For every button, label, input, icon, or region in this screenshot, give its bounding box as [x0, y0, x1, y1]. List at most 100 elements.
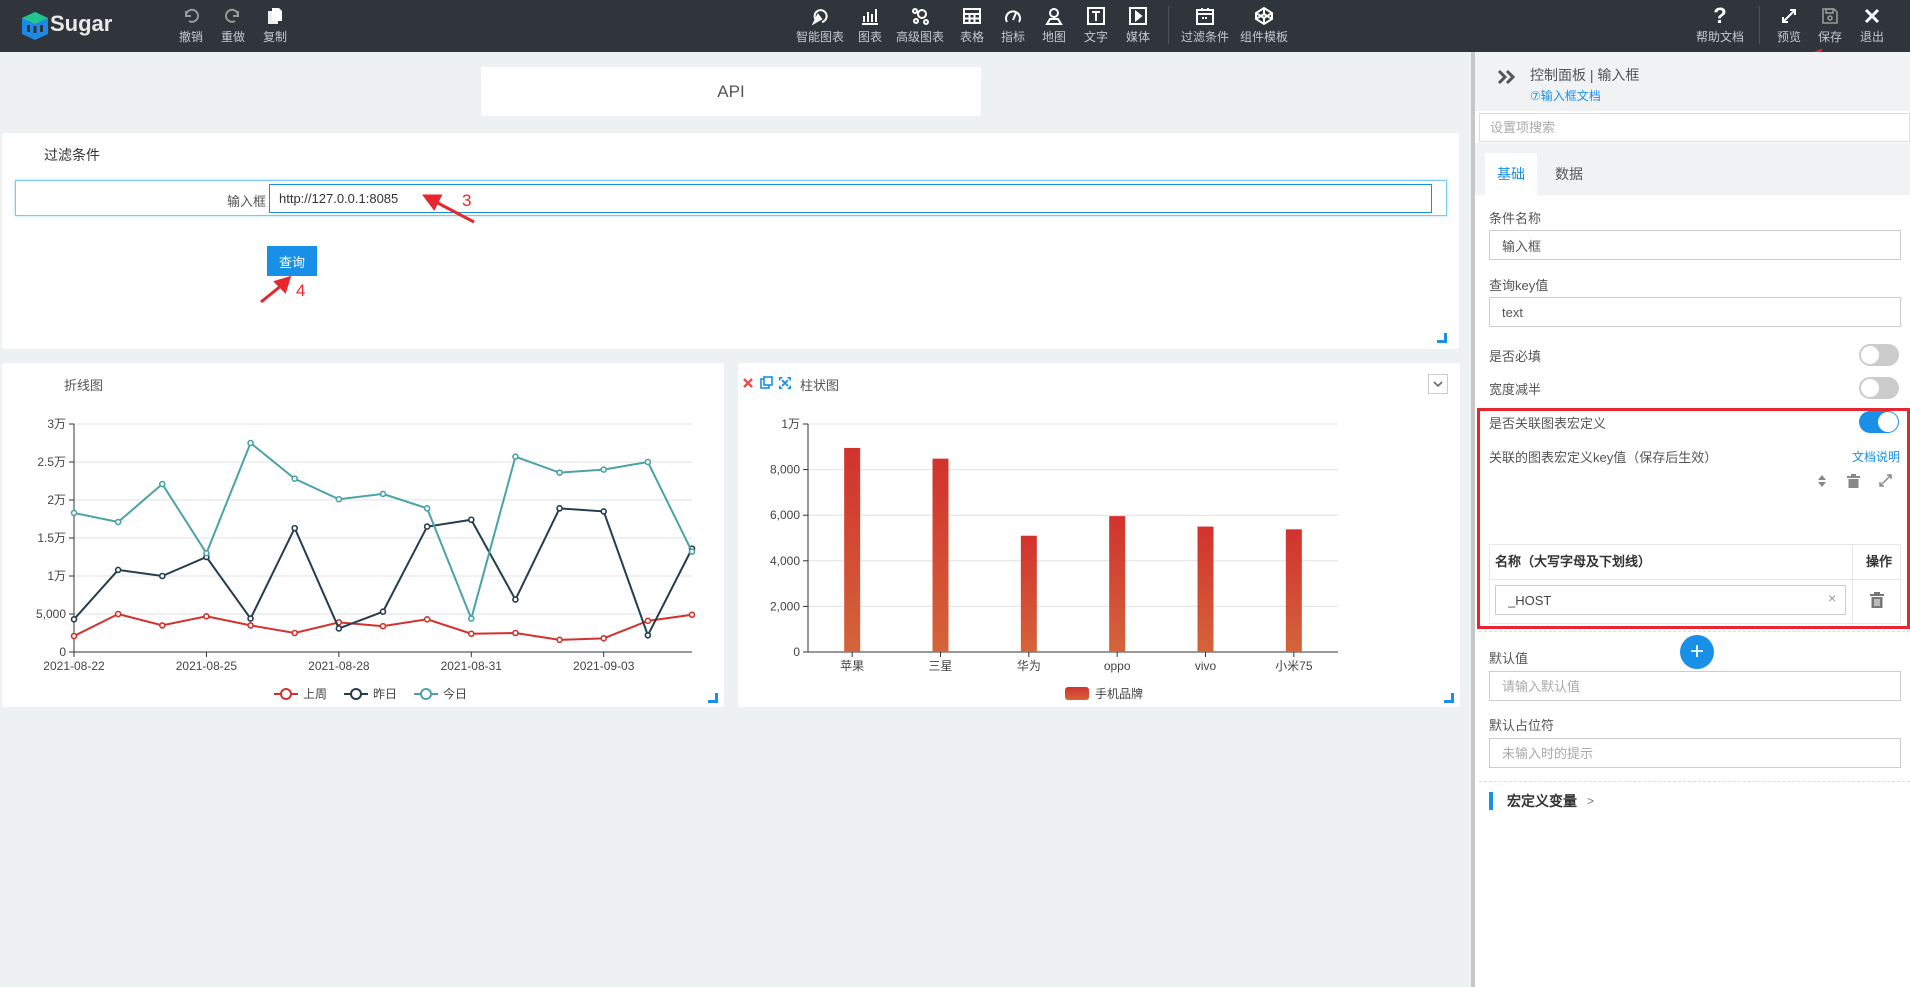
input-doc-link[interactable]: ⑦输入框文档: [1530, 87, 1601, 104]
bar: [844, 447, 861, 652]
y-tick-label: 8,000: [770, 463, 800, 477]
line-chart-card[interactable]: 折线图 0 5,000 1万 1.5万 2万 2.5万 3万 2021-08-22 2021-0…: [2, 363, 724, 707]
advanced-chart-icon: [910, 5, 930, 27]
filter-button[interactable]: 过滤条件: [1181, 5, 1229, 45]
data-point: [114, 566, 122, 574]
bar-chart-icon: [860, 5, 880, 27]
help-button[interactable]: ? 帮助文档: [1696, 3, 1744, 45]
data-point: [556, 505, 563, 512]
macro-key-label: 关联的图表宏定义key值（保存后生效）: [1489, 450, 1718, 465]
map-button[interactable]: 地图: [1042, 5, 1066, 45]
sort-icon[interactable]: [1817, 474, 1827, 488]
settings-search-input[interactable]: [1479, 113, 1910, 142]
default-placeholder-input[interactable]: [1489, 738, 1901, 768]
condition-name-input[interactable]: [1489, 230, 1901, 260]
y-tick-label: 2,000: [770, 599, 800, 613]
exit-button[interactable]: 退出: [1860, 5, 1884, 45]
data-point: [379, 608, 387, 616]
data-point: [114, 518, 122, 526]
copy-button[interactable]: 复制: [263, 5, 287, 45]
gauge-icon: [1003, 5, 1023, 27]
map-pin-icon: [1044, 5, 1064, 27]
clear-input-icon[interactable]: ×: [1828, 590, 1836, 606]
macro-key-input[interactable]: [1495, 585, 1846, 615]
default-value-label: 默认值: [1489, 651, 1529, 666]
data-point: [512, 629, 519, 637]
double-chevron-right-icon[interactable]: [1497, 69, 1517, 85]
table-button[interactable]: 表格: [960, 5, 984, 45]
data-point: [291, 524, 299, 532]
advanced-chart-button[interactable]: 高级图表: [896, 5, 944, 45]
legend-label: 今日: [443, 686, 467, 701]
data-point: [291, 629, 299, 637]
data-point: [70, 616, 78, 623]
control-panel: 控制面板 | 输入框 ⑦输入框文档 基础 数据 条件名称 查询key值 是否必填…: [1471, 52, 1910, 987]
text-icon: [1086, 5, 1106, 27]
delete-row-icon[interactable]: [1870, 592, 1884, 608]
bar-chart-card[interactable]: 柱状图 0 2,000 4,000 6,000 8,000 1万 苹果 三星 华为 oppo viv…: [738, 363, 1460, 707]
x-tick-label: 2021-08-25: [176, 659, 238, 673]
undo-button[interactable]: 撤销: [179, 5, 203, 45]
macro-col-op: 操作: [1865, 554, 1892, 569]
data-point: [688, 611, 696, 619]
redo-icon: [223, 5, 243, 27]
required-toggle[interactable]: [1859, 344, 1899, 366]
redo-button[interactable]: 重做: [221, 5, 245, 45]
filter-field-row[interactable]: 输入框: [15, 180, 1447, 216]
filter-card[interactable]: 过滤条件 输入框 查询: [2, 133, 1459, 349]
link-macro-toggle[interactable]: [1859, 411, 1899, 433]
y-tick-label: 6,000: [770, 508, 800, 522]
data-point: [467, 615, 475, 622]
query-key-input[interactable]: [1489, 297, 1901, 327]
default-value-input[interactable]: [1489, 671, 1901, 701]
y-tick-label: 3万: [47, 417, 66, 431]
x-tick-label: 2021-09-03: [573, 659, 635, 673]
tab-basic[interactable]: 基础: [1485, 153, 1537, 195]
smart-chart-icon: [810, 5, 830, 27]
default-placeholder-label: 默认占位符: [1489, 718, 1555, 733]
resize-handle[interactable]: [1437, 333, 1447, 343]
data-point: [644, 631, 652, 639]
tab-data[interactable]: 数据: [1543, 153, 1595, 195]
question-icon: ?: [1713, 3, 1727, 28]
x-tick-label: vivo: [1195, 659, 1217, 673]
component-template-button[interactable]: 组件模板: [1240, 5, 1288, 45]
data-point: [158, 622, 166, 629]
data-point: [158, 572, 166, 580]
bar: [1109, 516, 1126, 652]
preview-button[interactable]: 预览: [1777, 5, 1801, 45]
filter-field-label: 输入框: [226, 194, 266, 209]
data-point: [423, 616, 431, 623]
section-divider: [1479, 781, 1910, 782]
legend-marker: [420, 688, 432, 700]
smart-chart-button[interactable]: 智能图表: [796, 5, 844, 45]
half-width-toggle[interactable]: [1859, 377, 1899, 399]
resize-handle[interactable]: [708, 693, 718, 703]
data-point: [600, 508, 608, 515]
media-button[interactable]: 媒体: [1126, 5, 1150, 45]
x-tick-label: 2021-08-22: [43, 659, 105, 673]
expand-table-icon[interactable]: [1879, 474, 1892, 487]
api-title-card[interactable]: API: [481, 67, 981, 116]
chart-button[interactable]: 图表: [858, 5, 882, 45]
media-play-icon: [1128, 5, 1148, 27]
text-button[interactable]: 文字: [1084, 5, 1108, 45]
x-tick-label: 华为: [1017, 659, 1041, 673]
resize-handle[interactable]: [1444, 693, 1454, 703]
bar: [1285, 529, 1302, 652]
macro-doc-link[interactable]: 文档说明: [1852, 448, 1900, 465]
data-point: [379, 490, 387, 498]
query-button[interactable]: 查询: [267, 246, 317, 276]
data-point: [467, 516, 475, 524]
y-tick-label: 1万: [781, 417, 800, 431]
line-chart: 0 5,000 1万 1.5万 2万 2.5万 3万 2021-08-22 2021-08-25…: [36, 417, 696, 701]
filter-text-input[interactable]: [269, 184, 1432, 213]
metric-button[interactable]: 指标: [1001, 5, 1025, 45]
bar: [1020, 535, 1037, 652]
add-macro-button[interactable]: +: [1680, 635, 1714, 669]
bar-chart: 0 2,000 4,000 6,000 8,000 1万苹果 三星 华为 oppo vivo 小米7…: [770, 417, 1338, 701]
save-button[interactable]: 保存: [1818, 5, 1842, 45]
legend-label: 昨日: [373, 687, 397, 701]
macro-vars-section[interactable]: 宏定义变量 >: [1489, 791, 1594, 811]
trash-icon[interactable]: [1847, 474, 1860, 488]
